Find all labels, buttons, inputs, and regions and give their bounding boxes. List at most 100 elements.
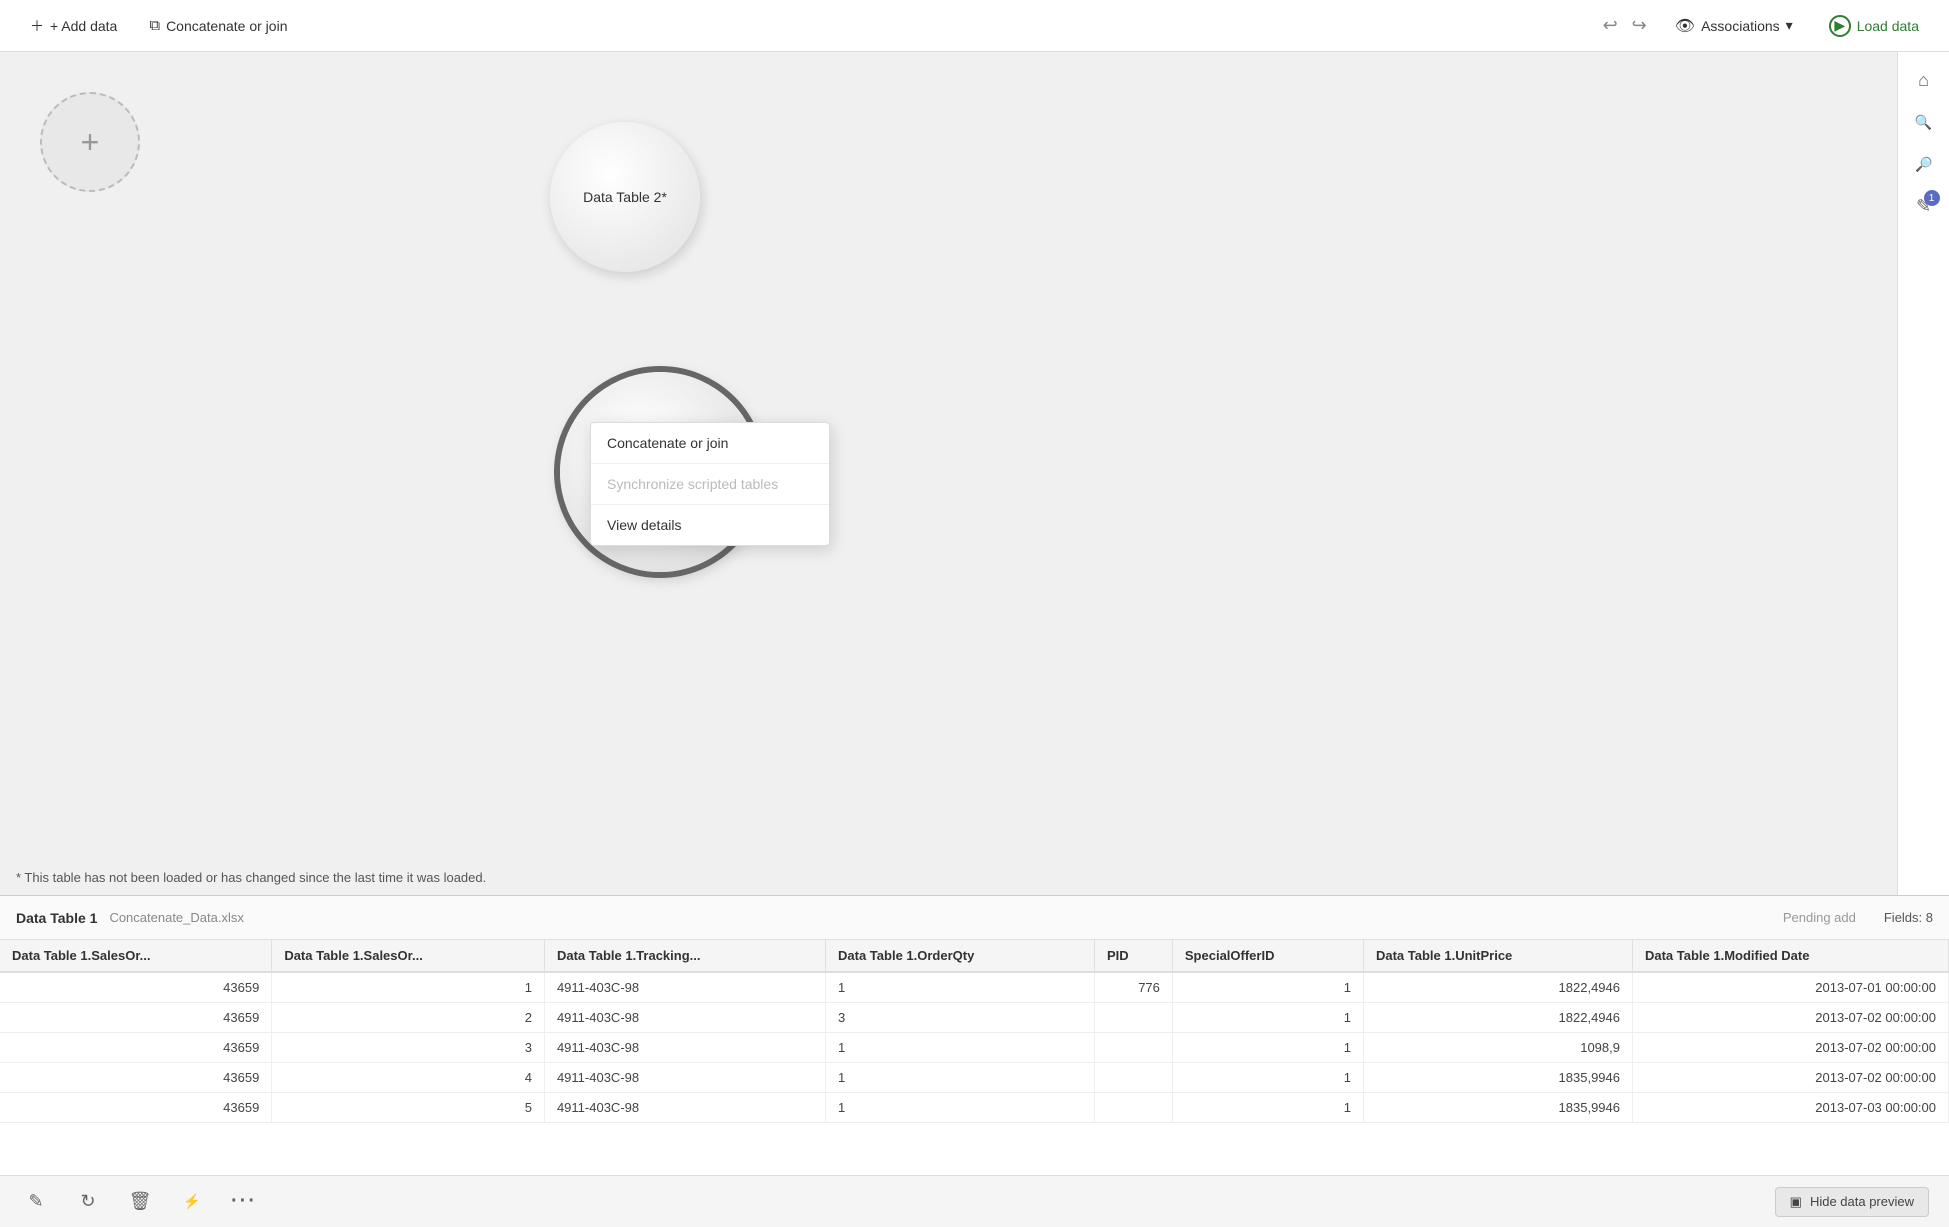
table-cell-4-5: 1 xyxy=(1172,1093,1363,1123)
table-cell-4-6: 1835,9946 xyxy=(1363,1093,1632,1123)
col-header-6: Data Table 1.UnitPrice xyxy=(1363,940,1632,972)
add-data-circle[interactable]: + xyxy=(40,92,140,192)
table-cell-1-0: 43659 xyxy=(0,1003,272,1033)
context-menu: Concatenate or join Synchronize scripted… xyxy=(590,422,830,546)
table-row: 4365944911-403C-98111835,99462013-07-02 … xyxy=(0,1063,1949,1093)
canvas-area: + Data Table 2* Data Table 1* Concatenat… xyxy=(0,52,1949,895)
col-header-3: Data Table 1.OrderQty xyxy=(826,940,1095,972)
table-cell-4-7: 2013-07-03 00:00:00 xyxy=(1632,1093,1948,1123)
add-data-button[interactable]: ＋ + Add data xyxy=(16,10,131,42)
delete-icon[interactable]: 🗑 xyxy=(124,1186,156,1218)
home-icon[interactable]: ⌂ xyxy=(1906,62,1942,98)
toolbar-right: ↩ ↪ 👁 Associations ▾ ▶ Load data xyxy=(1597,9,1933,43)
col-header-1: Data Table 1.SalesOr... xyxy=(272,940,545,972)
table-cell-2-5: 1 xyxy=(1172,1033,1363,1063)
table-cell-4-4 xyxy=(1095,1093,1173,1123)
table-cell-3-2: 4911-403C-98 xyxy=(544,1063,825,1093)
data-table-2-label: Data Table 2* xyxy=(583,189,667,205)
context-menu-item-view-details[interactable]: View details xyxy=(591,505,829,545)
hide-data-preview-button[interactable]: ▣ Hide data preview xyxy=(1775,1187,1929,1217)
table-cell-0-2: 4911-403C-98 xyxy=(544,972,825,1003)
table-cell-0-5: 1 xyxy=(1172,972,1363,1003)
data-preview-status: Pending add xyxy=(1783,910,1856,925)
monitor-icon: ▣ xyxy=(1790,1194,1802,1210)
table-cell-0-7: 2013-07-01 00:00:00 xyxy=(1632,972,1948,1003)
badge-count: 1 xyxy=(1924,190,1940,206)
associations-button[interactable]: 👁 Associations ▾ xyxy=(1665,10,1803,42)
table-cell-3-1: 4 xyxy=(272,1063,545,1093)
load-data-button[interactable]: ▶ Load data xyxy=(1815,9,1933,43)
refresh-icon[interactable]: ↻ xyxy=(72,1186,104,1218)
table-cell-1-5: 1 xyxy=(1172,1003,1363,1033)
canvas-note-text: * This table has not been loaded or has … xyxy=(16,870,486,885)
pencil-filter-icon[interactable]: ✎ 1 xyxy=(1906,188,1942,224)
add-circle-plus-icon: + xyxy=(81,124,100,161)
redo-button[interactable]: ↪ xyxy=(1626,11,1653,40)
chevron-down-icon: ▾ xyxy=(1786,17,1793,34)
table-row: 4365924911-403C-98311822,49462013-07-02 … xyxy=(0,1003,1949,1033)
col-header-7: Data Table 1.Modified Date xyxy=(1632,940,1948,972)
table-cell-2-2: 4911-403C-98 xyxy=(544,1033,825,1063)
data-preview-title: Data Table 1 xyxy=(16,910,97,926)
table-cell-3-6: 1835,9946 xyxy=(1363,1063,1632,1093)
table-cell-1-6: 1822,4946 xyxy=(1363,1003,1632,1033)
data-table-2-node[interactable]: Data Table 2* xyxy=(550,122,700,272)
edit-icon[interactable]: ✎ xyxy=(20,1186,52,1218)
table-cell-1-3: 3 xyxy=(826,1003,1095,1033)
data-preview-header: Data Table 1 Concatenate_Data.xlsx Pendi… xyxy=(0,896,1949,940)
table-cell-1-2: 4911-403C-98 xyxy=(544,1003,825,1033)
col-header-4: PID xyxy=(1095,940,1173,972)
table-cell-3-3: 1 xyxy=(826,1063,1095,1093)
eye-icon: 👁 xyxy=(1675,16,1695,36)
table-cell-3-7: 2013-07-02 00:00:00 xyxy=(1632,1063,1948,1093)
table-cell-0-1: 1 xyxy=(272,972,545,1003)
zoom-in-icon[interactable]: 🔍 xyxy=(1906,104,1942,140)
context-menu-item-synchronize: Synchronize scripted tables xyxy=(591,464,829,505)
table-cell-4-3: 1 xyxy=(826,1093,1095,1123)
table-cell-3-5: 1 xyxy=(1172,1063,1363,1093)
table-cell-2-0: 43659 xyxy=(0,1033,272,1063)
col-header-5: SpecialOfferID xyxy=(1172,940,1363,972)
data-table-container: Data Table 1.SalesOr... Data Table 1.Sal… xyxy=(0,940,1949,1175)
add-data-label: + Add data xyxy=(50,18,117,34)
table-cell-2-6: 1098,9 xyxy=(1363,1033,1632,1063)
bottom-toolbar: ✎ ↻ 🗑 ⚡ ··· ▣ Hide data preview xyxy=(0,1175,1949,1227)
data-preview-fields: Fields: 8 xyxy=(1884,910,1933,925)
table-cell-4-2: 4911-403C-98 xyxy=(544,1093,825,1123)
concatenate-join-label: Concatenate or join xyxy=(166,18,287,34)
load-data-label: Load data xyxy=(1857,18,1919,34)
table-cell-0-4: 776 xyxy=(1095,972,1173,1003)
plus-icon: ＋ xyxy=(30,16,44,36)
table-cell-2-4 xyxy=(1095,1033,1173,1063)
table-cell-0-3: 1 xyxy=(826,972,1095,1003)
table-cell-0-6: 1822,4946 xyxy=(1363,972,1632,1003)
canvas-note: * This table has not been loaded or has … xyxy=(0,860,1897,895)
bottom-toolbar-icons: ✎ ↻ 🗑 ⚡ ··· xyxy=(20,1186,260,1218)
concatenate-join-button[interactable]: ⧉ Concatenate or join xyxy=(135,11,301,40)
zoom-out-icon[interactable]: 🔍 xyxy=(1906,146,1942,182)
data-preview-panel: Data Table 1 Concatenate_Data.xlsx Pendi… xyxy=(0,895,1949,1175)
table-cell-3-0: 43659 xyxy=(0,1063,272,1093)
associations-label: Associations xyxy=(1701,18,1780,34)
table-row: 4365954911-403C-98111835,99462013-07-03 … xyxy=(0,1093,1949,1123)
table-cell-4-0: 43659 xyxy=(0,1093,272,1123)
table-cell-1-1: 2 xyxy=(272,1003,545,1033)
table-header-row: Data Table 1.SalesOr... Data Table 1.Sal… xyxy=(0,940,1949,972)
col-header-2: Data Table 1.Tracking... xyxy=(544,940,825,972)
join-icon: ⧉ xyxy=(149,17,160,34)
table-cell-2-1: 3 xyxy=(272,1033,545,1063)
filter-icon[interactable]: ⚡ xyxy=(176,1186,208,1218)
hide-preview-label: Hide data preview xyxy=(1810,1194,1914,1209)
toolbar-left: ＋ + Add data ⧉ Concatenate or join xyxy=(16,10,301,42)
undo-redo-group: ↩ ↪ xyxy=(1597,11,1653,40)
table-row: 4365914911-403C-98177611822,49462013-07-… xyxy=(0,972,1949,1003)
context-menu-item-concatenate[interactable]: Concatenate or join xyxy=(591,423,829,464)
data-table: Data Table 1.SalesOr... Data Table 1.Sal… xyxy=(0,940,1949,1123)
table-cell-2-7: 2013-07-02 00:00:00 xyxy=(1632,1033,1948,1063)
right-sidebar: ⌂ 🔍 🔍 ✎ 1 xyxy=(1897,52,1949,895)
data-preview-filename: Concatenate_Data.xlsx xyxy=(109,910,243,925)
undo-button[interactable]: ↩ xyxy=(1597,11,1624,40)
table-cell-2-3: 1 xyxy=(826,1033,1095,1063)
more-options-icon[interactable]: ··· xyxy=(228,1186,260,1218)
table-cell-1-4 xyxy=(1095,1003,1173,1033)
